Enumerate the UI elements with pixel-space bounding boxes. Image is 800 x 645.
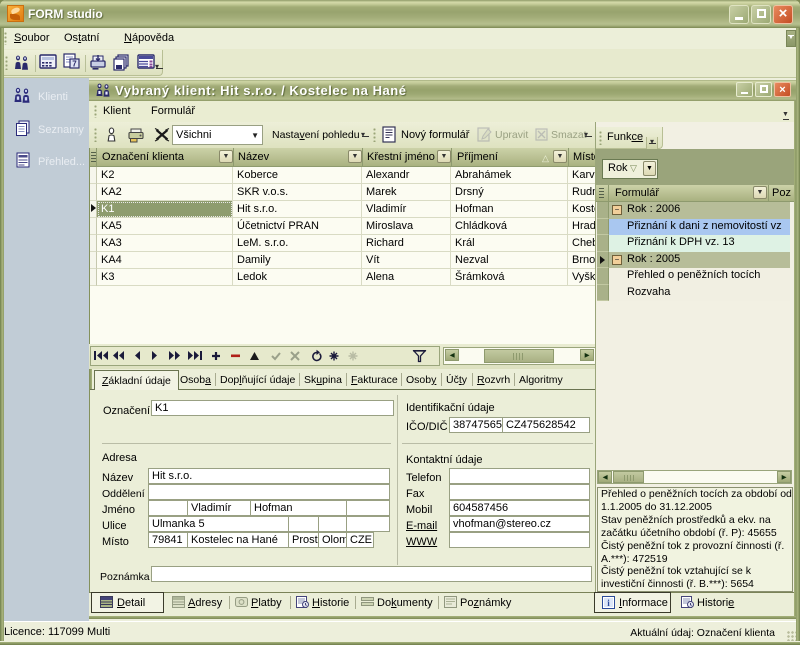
svg-text:7: 7 (72, 60, 77, 69)
